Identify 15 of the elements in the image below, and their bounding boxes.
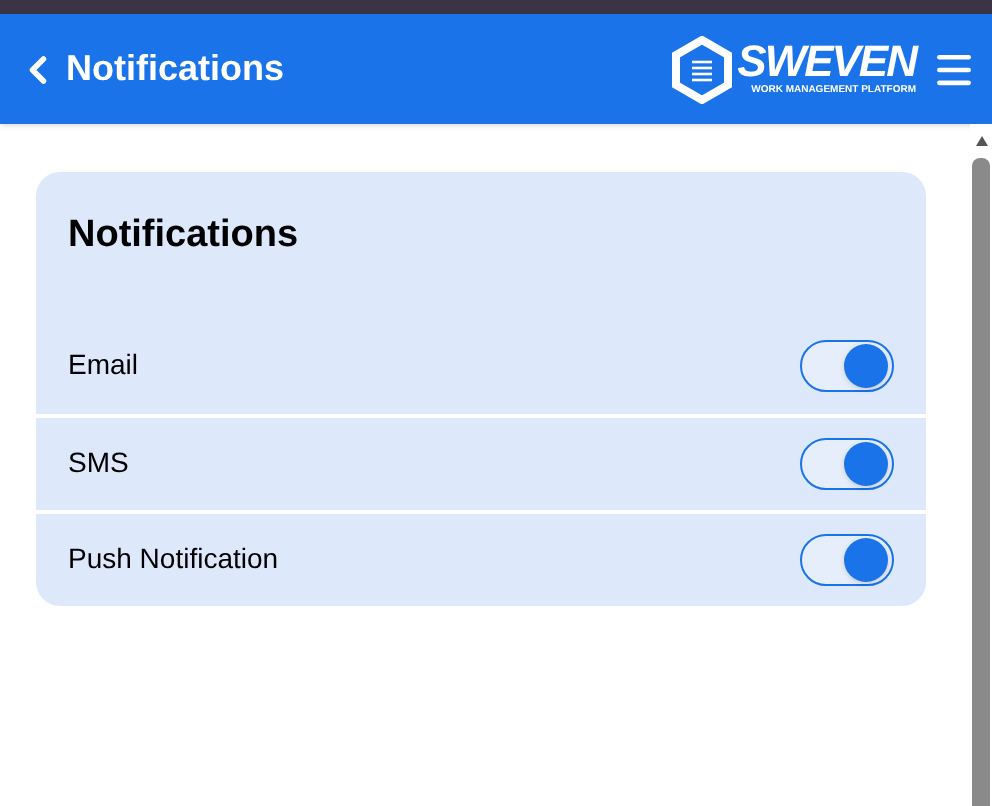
hexagon-logo-icon	[669, 35, 734, 103]
page-title: Notifications	[66, 46, 285, 92]
toggle-knob	[844, 343, 888, 387]
scrollbar-thumb[interactable]	[972, 158, 990, 806]
toggle-switch[interactable]	[800, 437, 894, 489]
toggle-switch[interactable]	[800, 339, 894, 391]
scroll-up-icon	[973, 134, 989, 150]
logo-wordmark: SWEVEN	[737, 40, 916, 84]
toggle-knob	[844, 441, 888, 485]
setting-label: Email	[68, 346, 139, 384]
card-title: Notifications	[66, 212, 301, 260]
toggle-knob	[844, 537, 888, 581]
setting-label: Push Notification	[68, 540, 279, 578]
setting-label: SMS	[68, 444, 129, 482]
toggle-switch[interactable]	[800, 533, 894, 585]
